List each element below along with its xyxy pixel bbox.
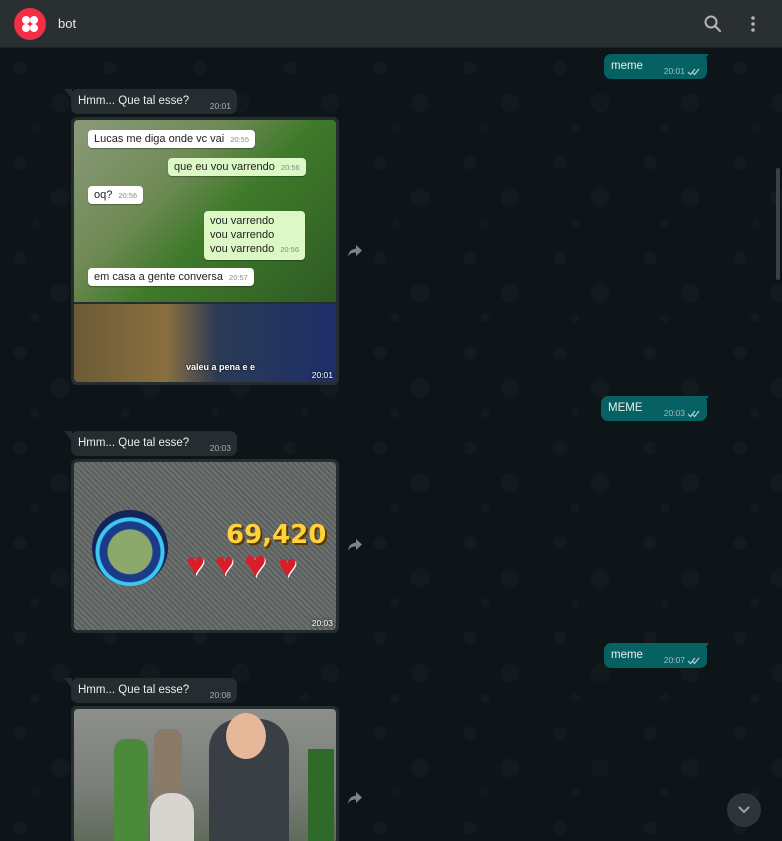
message-text: Hmm... Que tal esse? — [78, 95, 190, 107]
message-time: 20:08 — [209, 690, 231, 700]
meme-image[interactable]: Lucas me diga onde vc vai 20:55 que eu vo… — [74, 120, 336, 382]
forward-icon[interactable] — [347, 244, 363, 258]
heart-icon: ♥ — [186, 546, 205, 582]
chat-title[interactable]: bot — [58, 16, 76, 31]
message-outgoing[interactable]: meme 20:07 — [604, 643, 707, 668]
heart-icon: ♥ — [278, 548, 297, 584]
forward-icon[interactable] — [347, 791, 363, 805]
message-text: Hmm... Que tal esse? — [78, 684, 190, 696]
embedded-chat-message: oq? 20:56 — [88, 186, 144, 204]
forward-icon[interactable] — [347, 538, 363, 552]
message-text: MEME — [608, 402, 643, 414]
message-time: 20:03 — [663, 408, 685, 418]
message-time: 20:03 — [209, 443, 231, 453]
meme-image[interactable] — [74, 709, 336, 841]
scroll-to-bottom-button[interactable] — [727, 793, 761, 827]
scrollbar[interactable] — [776, 168, 780, 280]
message-incoming[interactable]: Hmm... Que tal esse? 20:08 — [71, 678, 237, 703]
read-ticks-icon — [687, 68, 700, 76]
meme-caption: valeu a pena e e — [186, 362, 256, 372]
embedded-chat-message: em casa a gente conversa 20:57 — [88, 268, 254, 286]
read-ticks-icon — [687, 657, 700, 665]
message-time: 20:07 — [663, 655, 685, 665]
yoda-portrait-icon — [92, 510, 168, 586]
chat-header: bot — [0, 0, 782, 48]
embedded-chat-message: que eu vou varrendo 20:56 — [168, 158, 306, 176]
heart-icon: ♥ — [215, 546, 234, 582]
message-time: 20:01 — [209, 101, 231, 111]
message-text: Hmm... Que tal esse? — [78, 437, 190, 449]
message-time: 20:01 — [663, 66, 685, 76]
embedded-chat-message: vou varrendo vou varrendo vou varrendo 20… — [204, 211, 305, 260]
avatar[interactable] — [14, 8, 46, 40]
read-ticks-icon — [687, 410, 700, 418]
message-outgoing[interactable]: MEME 20:03 — [601, 396, 707, 421]
embedded-chat-message: Lucas me diga onde vc vai 20:55 — [88, 130, 256, 148]
message-incoming[interactable]: Hmm... Que tal esse? 20:01 — [71, 89, 237, 114]
message-incoming[interactable]: Hmm... Que tal esse? 20:03 — [71, 431, 237, 456]
meme-image[interactable]: 69,420 ♥ ♥ ♥ ♥ — [74, 462, 336, 630]
image-message[interactable]: 69,420 ♥ ♥ ♥ ♥ 20:03 — [71, 459, 339, 633]
message-time: 20:03 — [311, 618, 333, 628]
more-vert-icon[interactable] — [741, 12, 765, 36]
message-text: meme — [611, 649, 643, 661]
message-text: meme — [611, 60, 643, 72]
image-message[interactable] — [71, 706, 339, 841]
message-time: 20:01 — [311, 370, 333, 380]
image-message[interactable]: Lucas me diga onde vc vai 20:55 que eu vo… — [71, 117, 339, 385]
search-icon[interactable] — [701, 12, 725, 36]
heart-icon: ♥ — [244, 544, 267, 586]
chevron-down-icon — [738, 806, 750, 814]
message-outgoing[interactable]: meme 20:01 — [604, 54, 707, 79]
score-text: 69,420 — [226, 520, 327, 550]
